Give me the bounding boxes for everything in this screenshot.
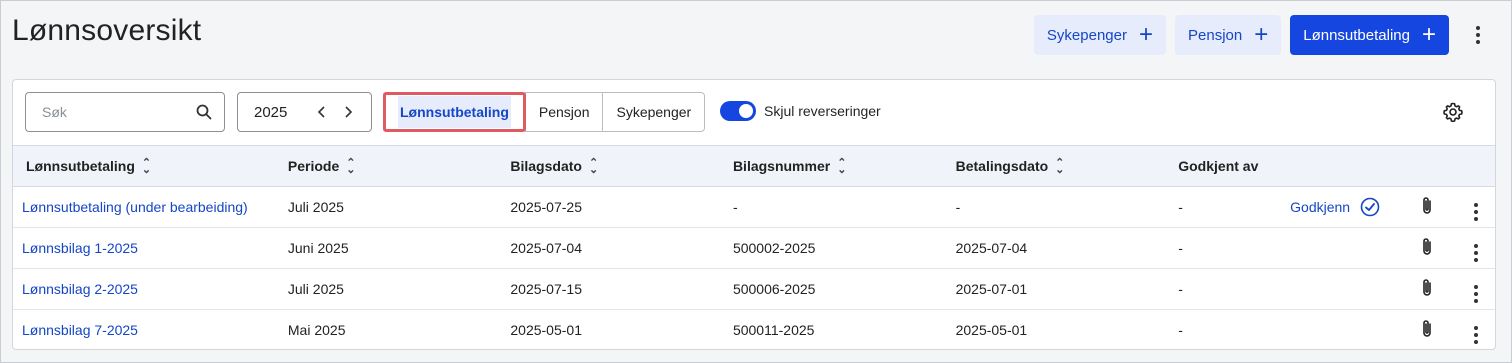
hide-reversals-label: Skjul reverseringer — [764, 103, 881, 119]
approve-label: Godkjenn — [1290, 199, 1351, 215]
search-input[interactable] — [42, 104, 182, 120]
paperclip-icon[interactable] — [1420, 277, 1434, 299]
approved-by-cell: - — [1178, 322, 1183, 339]
payroll-link[interactable]: Lønnsbilag 2-2025 — [22, 281, 138, 297]
row-menu-button[interactable] — [1468, 284, 1484, 303]
voucher-date-cell: 2025-07-04 — [510, 240, 582, 256]
payroll-link[interactable]: Lønnsbilag 7-2025 — [22, 322, 138, 338]
payroll-table: Lønnsutbetaling ⌃ ⌄ Periode ⌃ ⌄ Bilagsdato ⌃ ⌄… — [13, 145, 1495, 350]
table-header-row: Lønnsutbetaling ⌃ ⌄ Periode ⌃ ⌄ Bilagsdato ⌃ ⌄… — [13, 145, 1495, 187]
search-icon — [196, 104, 212, 120]
approved-by-cell: - — [1178, 199, 1183, 215]
sort-icon: ⌃ ⌄ — [588, 157, 599, 177]
row-menu-button[interactable] — [1468, 325, 1484, 344]
add-pension-button[interactable]: Pensjon + — [1175, 15, 1282, 55]
voucher-date-cell: 2025-07-15 — [510, 281, 582, 297]
segment-payroll-label: Lønnsutbetaling — [398, 96, 511, 128]
approved-by-cell: - — [1178, 281, 1183, 297]
type-segmented-control: Lønnsutbetaling Pensjon Sykepenger — [383, 92, 706, 132]
chevron-right-icon[interactable] — [335, 106, 361, 118]
voucher-number-cell: 500002-2025 — [732, 240, 816, 256]
approve-button[interactable]: Godkjenn — [1290, 197, 1380, 217]
more-vertical-icon — [1473, 243, 1478, 262]
sort-icon: ⌃ ⌄ — [837, 157, 847, 177]
column-header-attachment — [1397, 145, 1444, 187]
top-actions: Sykepenger + Pensjon + Lønnsutbetaling + — [1033, 15, 1490, 55]
table-row: Lønnsbilag 7-2025 Mai 2025 2025-05-01 50… — [13, 310, 1495, 350]
chevron-left-icon[interactable] — [309, 106, 335, 118]
sort-icon: ⌃ ⌄ — [346, 157, 356, 177]
table-row: Lønnsbilag 1-2025 Juni 2025 2025-07-04 5… — [13, 228, 1495, 269]
column-header-period[interactable]: Periode ⌃ ⌄ — [274, 145, 498, 187]
payroll-label: Lønnsutbetaling — [1303, 26, 1410, 44]
segment-pension-label: Pensjon — [538, 104, 590, 120]
search-box[interactable] — [25, 92, 225, 132]
approved-by-cell: - — [1178, 240, 1183, 256]
page-title: Lønnsoversikt — [12, 14, 202, 47]
payroll-link[interactable]: Lønnsbilag 1-2025 — [22, 240, 138, 256]
add-payroll-button[interactable]: Lønnsutbetaling + — [1290, 15, 1449, 55]
filter-toolbar: 2025 Lønnsutbetaling Pensjon Sykepenger … — [13, 80, 1495, 145]
pension-label: Pensjon — [1188, 26, 1243, 44]
add-sick-pay-button[interactable]: Sykepenger + — [1033, 15, 1166, 55]
column-header-payroll[interactable]: Lønnsutbetaling ⌃ ⌄ — [13, 145, 275, 187]
column-header-voucher-number[interactable]: Bilagsnummer ⌃ ⌄ — [719, 145, 943, 187]
year-selector: 2025 — [237, 92, 372, 132]
more-vertical-icon — [1473, 202, 1478, 221]
column-header-voucher-date[interactable]: Bilagsdato ⌃ ⌄ — [497, 145, 720, 187]
sick-pay-label: Sykepenger — [1046, 26, 1127, 44]
segment-pension[interactable]: Pensjon — [524, 92, 604, 132]
column-header-approved-by: Godkjent av — [1165, 145, 1278, 187]
voucher-number-cell: - — [732, 199, 738, 215]
payroll-card: 2025 Lønnsutbetaling Pensjon Sykepenger … — [12, 79, 1496, 350]
more-options-button[interactable] — [1466, 15, 1490, 55]
paperclip-icon[interactable] — [1420, 318, 1434, 340]
voucher-number-cell: 500011-2025 — [732, 322, 815, 339]
column-header-menu — [1443, 145, 1495, 187]
settings-button[interactable] — [1441, 100, 1465, 124]
payment-date-cell: 2025-05-01 — [955, 322, 1028, 339]
voucher-date-cell: 2025-05-01 — [510, 322, 582, 339]
paperclip-icon[interactable] — [1420, 195, 1434, 217]
table-row: Lønnsutbetaling (under bearbeiding) Juli… — [13, 187, 1495, 228]
voucher-number-cell: 500006-2025 — [732, 281, 816, 297]
voucher-date-cell: 2025-07-25 — [510, 199, 582, 215]
more-vertical-icon — [1473, 325, 1478, 344]
row-menu-button[interactable] — [1468, 202, 1484, 221]
payment-date-cell: 2025-07-04 — [955, 240, 1028, 256]
payment-date-cell: 2025-07-01 — [955, 281, 1028, 297]
column-header-approve — [1277, 145, 1398, 187]
more-vertical-icon — [1473, 284, 1478, 303]
segment-payroll[interactable]: Lønnsutbetaling — [383, 92, 526, 132]
payment-date-cell: - — [955, 199, 961, 215]
segment-sick-pay-label: Sykepenger — [616, 104, 692, 120]
year-value: 2025 — [254, 103, 288, 121]
hide-reversals-toggle-group: Skjul reverseringer — [720, 101, 881, 121]
hide-reversals-toggle[interactable] — [720, 101, 756, 121]
plus-icon: + — [1421, 21, 1436, 48]
check-circle-icon — [1360, 197, 1380, 217]
plus-icon: + — [1138, 21, 1153, 48]
paperclip-icon[interactable] — [1420, 236, 1434, 258]
gear-icon — [1443, 102, 1463, 123]
period-cell: Juli 2025 — [287, 281, 344, 297]
period-cell: Mai 2025 — [287, 322, 346, 339]
table-row: Lønnsbilag 2-2025 Juli 2025 2025-07-15 5… — [13, 269, 1495, 310]
row-menu-button[interactable] — [1468, 243, 1484, 262]
column-header-payment-date[interactable]: Betalingsdato ⌃ ⌄ — [942, 145, 1166, 187]
payroll-link[interactable]: Lønnsutbetaling (under bearbeiding) — [22, 199, 248, 215]
plus-icon: + — [1254, 21, 1269, 48]
period-cell: Juni 2025 — [287, 240, 349, 256]
sort-icon: ⌃ ⌄ — [1055, 157, 1065, 177]
more-vertical-icon — [1476, 26, 1480, 44]
sort-icon: ⌃ ⌄ — [141, 157, 152, 177]
segment-sick-pay[interactable]: Sykepenger — [602, 92, 706, 132]
period-cell: Juli 2025 — [287, 199, 344, 215]
